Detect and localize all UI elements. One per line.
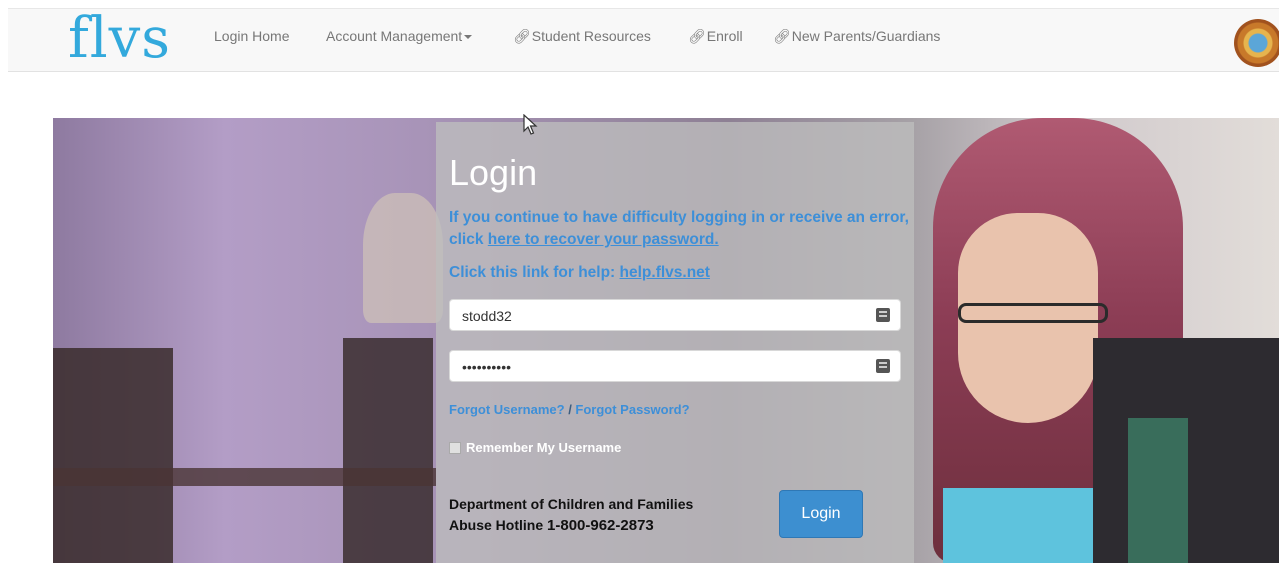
hotline-prefix: Abuse Hotline: [449, 517, 548, 533]
florida-state-seal-icon[interactable]: [1234, 19, 1279, 67]
password-field[interactable]: [449, 350, 901, 383]
password-input[interactable]: [460, 351, 864, 383]
help-text: Click this link for help:: [449, 264, 620, 281]
nav-student-resources-label: Student Resources: [531, 28, 651, 44]
glasses-shape: [958, 303, 1108, 323]
link-icon: 🔗︎: [773, 28, 791, 44]
nav-account-management-label: Account Management: [326, 28, 463, 44]
table-shape: [53, 468, 436, 486]
nav-student-resources[interactable]: 🔗︎Student Resources: [513, 9, 651, 73]
forgot-password-link[interactable]: Forgot Password?: [575, 402, 689, 417]
recover-password-link[interactable]: here to recover your password.: [488, 231, 719, 248]
nav-new-parents-guardians-label: New Parents/Guardians: [791, 28, 941, 44]
help-line: Click this link for help: help.flvs.net: [449, 264, 710, 282]
nav-login-home[interactable]: Login Home: [214, 9, 290, 73]
nav-login-home-label: Login Home: [214, 28, 290, 44]
username-input[interactable]: [460, 300, 864, 332]
shirt-shape: [943, 488, 1093, 563]
nav-account-management[interactable]: Account Management: [326, 9, 473, 73]
keyboard-icon[interactable]: [876, 359, 890, 373]
hotline-phone: 1-800-962-2873: [547, 517, 654, 534]
remember-username[interactable]: Remember My Username: [449, 440, 621, 455]
top-navbar: flvs Login Home Account Management 🔗︎Stu…: [8, 7, 1279, 73]
login-button[interactable]: Login: [779, 490, 863, 538]
mouse-cursor-icon: [523, 114, 538, 135]
link-icon: 🔗︎: [688, 28, 706, 44]
chair-shape: [343, 338, 433, 563]
login-notice: If you continue to have difficulty loggi…: [449, 207, 909, 251]
remember-username-label: Remember My Username: [466, 440, 622, 455]
flvs-logo[interactable]: flvs: [68, 7, 171, 71]
help-link[interactable]: help.flvs.net: [620, 264, 710, 281]
nav-new-parents-guardians[interactable]: 🔗︎New Parents/Guardians: [773, 9, 940, 73]
jacket-pattern-shape: [1128, 418, 1188, 563]
caret-down-icon: [464, 35, 473, 40]
nav-enroll[interactable]: 🔗︎Enroll: [688, 9, 743, 73]
keyboard-icon[interactable]: [876, 308, 890, 322]
hotline-department: Department of Children and Families: [449, 496, 694, 512]
forgot-links: Forgot Username? / Forgot Password?: [449, 402, 690, 417]
forgot-username-link[interactable]: Forgot Username?: [449, 402, 565, 417]
chair-shape: [53, 348, 173, 563]
remember-username-checkbox[interactable]: [449, 441, 461, 454]
nav-enroll-label: Enroll: [706, 28, 743, 44]
username-field[interactable]: [449, 299, 901, 332]
hotline-line: Abuse Hotline 1-800-962-2873: [449, 515, 693, 536]
login-panel: Login If you continue to have difficulty…: [436, 122, 914, 563]
lamp-shape: [363, 193, 443, 323]
forgot-separator: /: [564, 402, 576, 417]
abuse-hotline: Department of Children and Families Abus…: [449, 494, 693, 536]
link-icon: 🔗︎: [513, 28, 531, 44]
login-title: Login: [449, 152, 538, 193]
